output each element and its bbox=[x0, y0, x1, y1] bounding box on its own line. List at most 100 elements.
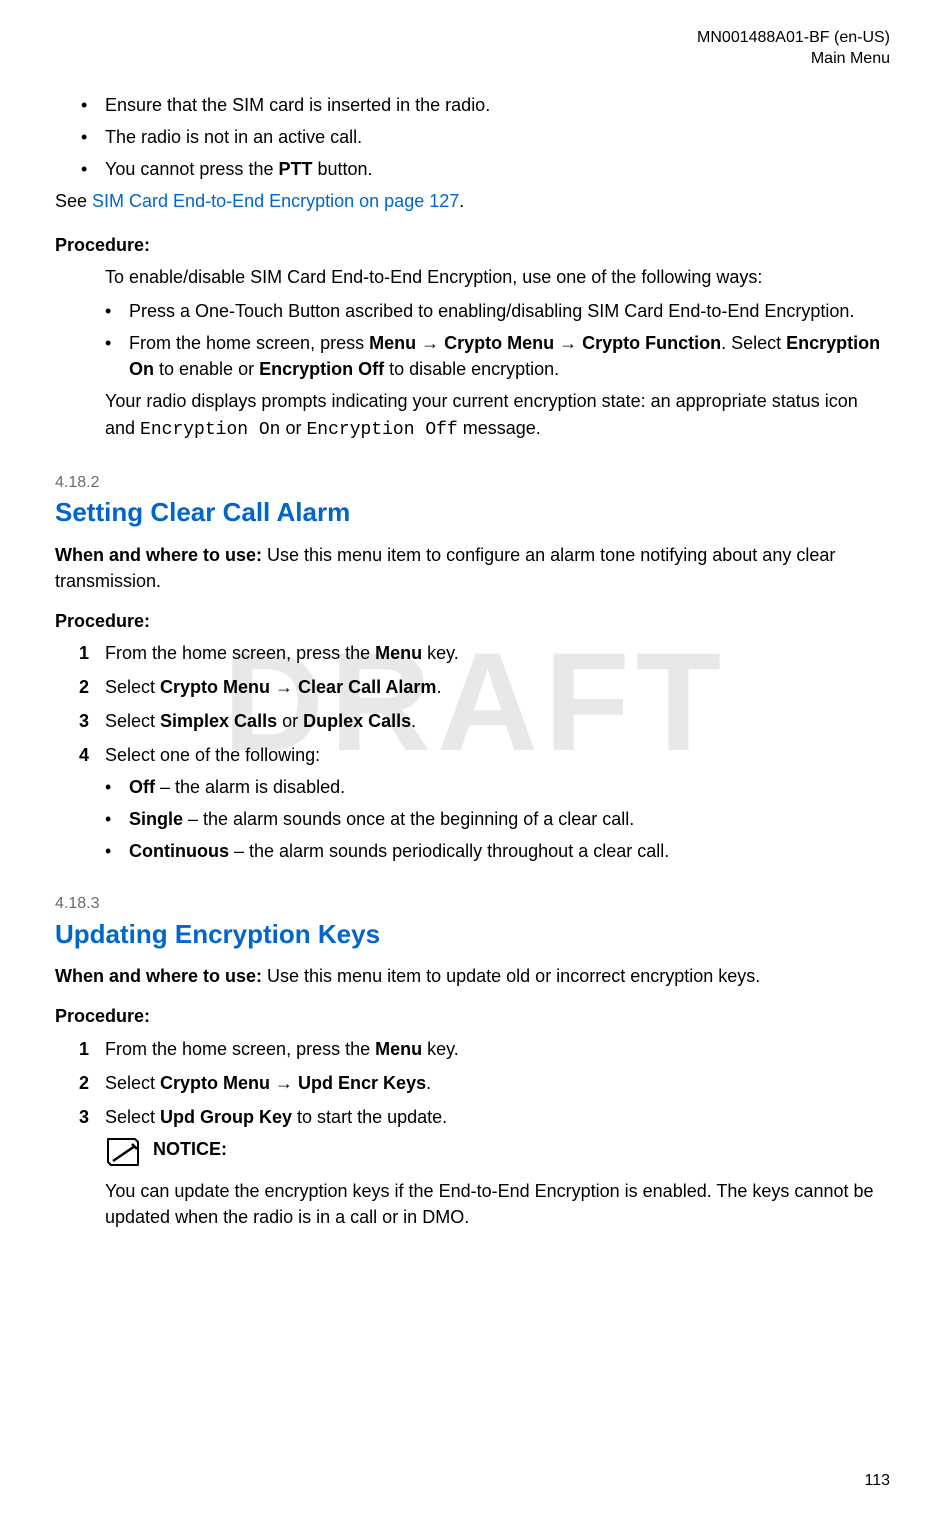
text: – the alarm sounds once at the beginning… bbox=[183, 809, 634, 829]
text: – the alarm is disabled. bbox=[155, 777, 345, 797]
text: From the home screen, press the bbox=[105, 643, 375, 663]
text-bold: Single bbox=[129, 809, 183, 829]
text: From the home screen, press the bbox=[105, 1039, 375, 1059]
section-title: Updating Encryption Keys bbox=[55, 916, 890, 954]
text: From the home screen, press bbox=[129, 333, 369, 353]
list-item: You cannot press the PTT button. bbox=[81, 156, 890, 182]
text: or bbox=[280, 418, 306, 438]
text-bold: Upd Encr Keys bbox=[298, 1073, 426, 1093]
notice-icon bbox=[105, 1136, 141, 1168]
procedure-result: Your radio displays prompts indicating y… bbox=[105, 388, 890, 442]
section-number: 4.18.2 bbox=[55, 471, 890, 494]
text: message. bbox=[458, 418, 541, 438]
section-number: 4.18.3 bbox=[55, 892, 890, 915]
step: 4 Select one of the following: Off – the… bbox=[105, 742, 890, 864]
text: key. bbox=[422, 643, 459, 663]
text-bold: PTT bbox=[278, 159, 312, 179]
list-item: The radio is not in an active call. bbox=[81, 124, 890, 150]
step-number: 3 bbox=[79, 708, 89, 734]
text-bold: Simplex Calls bbox=[160, 711, 277, 731]
page-number: 113 bbox=[864, 1469, 890, 1492]
text-bold: Menu bbox=[375, 643, 422, 663]
procedure-heading: Procedure: bbox=[55, 1003, 890, 1029]
step: 1 From the home screen, press the Menu k… bbox=[105, 640, 890, 666]
text: . bbox=[411, 711, 416, 731]
text-bold: Crypto Menu bbox=[444, 333, 554, 353]
procedure-heading: Procedure: bbox=[55, 232, 890, 258]
text: See bbox=[55, 191, 92, 211]
notice-body: You can update the encryption keys if th… bbox=[105, 1178, 890, 1230]
text: → bbox=[416, 333, 444, 353]
text: – the alarm sounds periodically througho… bbox=[229, 841, 669, 861]
intro-bullet-list: Ensure that the SIM card is inserted in … bbox=[55, 92, 890, 182]
text: . bbox=[426, 1073, 431, 1093]
procedure-steps: 1 From the home screen, press the Menu k… bbox=[55, 640, 890, 865]
cross-reference-link[interactable]: SIM Card End-to-End Encryption on page 1… bbox=[92, 191, 459, 211]
text: key. bbox=[422, 1039, 459, 1059]
text: Select bbox=[105, 711, 160, 731]
text: Select one of the following: bbox=[105, 745, 320, 765]
chapter-name: Main Menu bbox=[55, 49, 890, 70]
step-number: 2 bbox=[79, 1070, 89, 1096]
procedure-heading: Procedure: bbox=[55, 608, 890, 634]
text: → bbox=[270, 1073, 298, 1093]
text: → bbox=[270, 677, 298, 697]
list-item: Ensure that the SIM card is inserted in … bbox=[81, 92, 890, 118]
step-number: 4 bbox=[79, 742, 89, 768]
step: 3 Select Upd Group Key to start the upda… bbox=[105, 1104, 890, 1230]
notice-label: NOTICE: bbox=[153, 1136, 227, 1162]
text: . bbox=[459, 191, 464, 211]
doc-id: MN001488A01-BF (en-US) bbox=[55, 28, 890, 49]
text: Select bbox=[105, 1107, 160, 1127]
page-content: MN001488A01-BF (en-US) Main Menu Ensure … bbox=[55, 28, 890, 1230]
text-mono: Encryption On bbox=[140, 420, 280, 440]
text: to enable or bbox=[154, 359, 259, 379]
text-bold: Upd Group Key bbox=[160, 1107, 292, 1127]
step-number: 1 bbox=[79, 1036, 89, 1062]
notice-box: NOTICE: bbox=[105, 1136, 890, 1168]
step-number: 3 bbox=[79, 1104, 89, 1130]
step: 3 Select Simplex Calls or Duplex Calls. bbox=[105, 708, 890, 734]
when-where: When and where to use: Use this menu ite… bbox=[55, 963, 890, 989]
text-bold: Menu bbox=[369, 333, 416, 353]
text: Use this menu item to update old or inco… bbox=[267, 966, 760, 986]
section-title: Setting Clear Call Alarm bbox=[55, 494, 890, 532]
procedure-options: Press a One-Touch Button ascribed to ena… bbox=[105, 298, 890, 382]
see-reference: See SIM Card End-to-End Encryption on pa… bbox=[55, 188, 890, 214]
step: 1 From the home screen, press the Menu k… bbox=[105, 1036, 890, 1062]
step-options: Off – the alarm is disabled. Single – th… bbox=[105, 774, 890, 864]
text: button. bbox=[312, 159, 372, 179]
procedure-intro: To enable/disable SIM Card End-to-End En… bbox=[105, 264, 890, 290]
label: When and where to use: bbox=[55, 545, 267, 565]
text: . Select bbox=[721, 333, 786, 353]
label: When and where to use: bbox=[55, 966, 267, 986]
procedure-steps: 1 From the home screen, press the Menu k… bbox=[55, 1036, 890, 1230]
list-item: Off – the alarm is disabled. bbox=[105, 774, 890, 800]
step-number: 2 bbox=[79, 674, 89, 700]
step: 2 Select Crypto Menu → Clear Call Alarm. bbox=[105, 674, 890, 700]
text: or bbox=[277, 711, 303, 731]
list-item: From the home screen, press Menu → Crypt… bbox=[105, 330, 890, 382]
page-header: MN001488A01-BF (en-US) Main Menu bbox=[55, 28, 890, 70]
step-number: 1 bbox=[79, 640, 89, 666]
text: . bbox=[436, 677, 441, 697]
procedure-body: To enable/disable SIM Card End-to-End En… bbox=[55, 264, 890, 443]
text: → bbox=[554, 333, 582, 353]
text: Select bbox=[105, 1073, 160, 1093]
text-bold: Crypto Function bbox=[582, 333, 721, 353]
text: You cannot press the bbox=[105, 159, 278, 179]
text-bold: Encryption Off bbox=[259, 359, 384, 379]
list-item: Continuous – the alarm sounds periodical… bbox=[105, 838, 890, 864]
text-bold: Duplex Calls bbox=[303, 711, 411, 731]
text-bold: Off bbox=[129, 777, 155, 797]
text-bold: Crypto Menu bbox=[160, 677, 270, 697]
text: to start the update. bbox=[292, 1107, 447, 1127]
list-item: Single – the alarm sounds once at the be… bbox=[105, 806, 890, 832]
step: 2 Select Crypto Menu → Upd Encr Keys. bbox=[105, 1070, 890, 1096]
text-bold: Continuous bbox=[129, 841, 229, 861]
when-where: When and where to use: Use this menu ite… bbox=[55, 542, 890, 594]
text: Select bbox=[105, 677, 160, 697]
text: to disable encryption. bbox=[384, 359, 559, 379]
text-bold: Crypto Menu bbox=[160, 1073, 270, 1093]
text-mono: Encryption Off bbox=[307, 420, 458, 440]
